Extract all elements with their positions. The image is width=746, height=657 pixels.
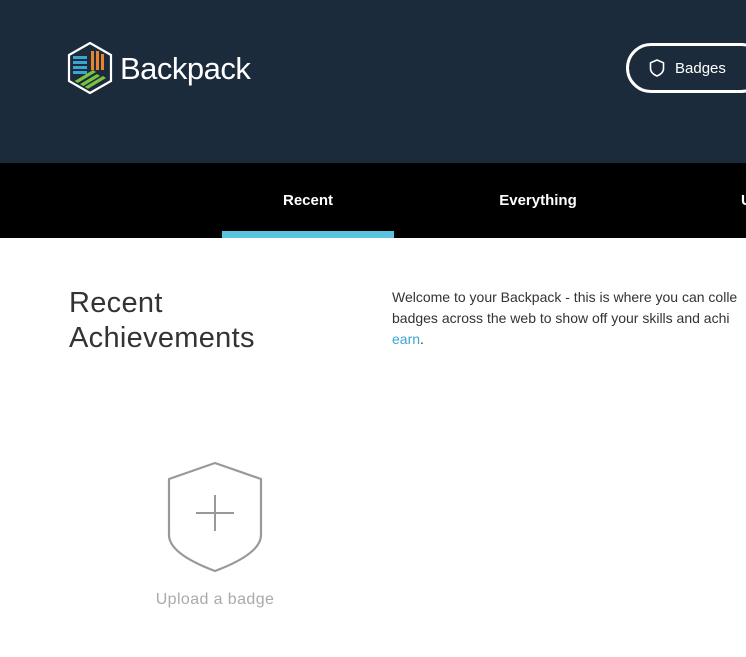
shield-plus-icon xyxy=(167,461,263,573)
tab-third-label: U xyxy=(741,192,746,209)
welcome-link[interactable]: earn xyxy=(392,331,420,347)
backpack-logo-icon xyxy=(67,42,113,94)
upload-badge-button[interactable]: Upload a badge xyxy=(140,461,290,609)
upload-badge-label: Upload a badge xyxy=(155,591,275,608)
badges-button[interactable]: Badges xyxy=(626,43,746,93)
tab-recent[interactable]: Recent xyxy=(222,163,394,238)
tab-bar: Recent Everything U xyxy=(0,163,746,238)
page-title: Recent Achievements xyxy=(69,286,369,356)
tab-everything[interactable]: Everything xyxy=(452,163,624,238)
page-title-line-2: Achievements xyxy=(69,322,255,354)
logo[interactable]: Backpack xyxy=(67,42,251,94)
tab-recent-label: Recent xyxy=(282,192,334,209)
welcome-end: . xyxy=(420,331,424,347)
shield-icon xyxy=(649,59,665,77)
site-header: Backpack Badges xyxy=(0,0,746,163)
logo-text: Backpack xyxy=(120,50,251,86)
welcome-line-3: earn. xyxy=(392,329,746,350)
tab-everything-label: Everything xyxy=(499,192,577,209)
tab-third[interactable]: U xyxy=(741,163,746,238)
welcome-text: Welcome to your Backpack - this is where… xyxy=(392,287,746,353)
welcome-line-1: Welcome to your Backpack - this is where… xyxy=(392,289,738,305)
page-title-line-1: Recent xyxy=(69,287,163,319)
welcome-line-2: badges across the web to show off your s… xyxy=(392,310,730,326)
badges-button-label: Badges xyxy=(675,59,726,77)
